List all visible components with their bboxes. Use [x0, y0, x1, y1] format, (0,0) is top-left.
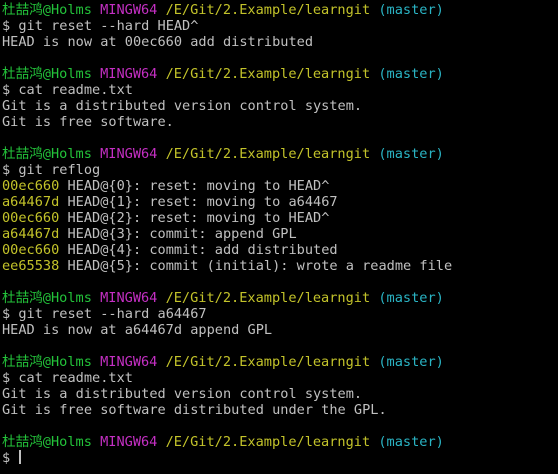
- reflog-text: HEAD@{2}: reset: moving to HEAD^: [59, 210, 330, 226]
- prompt-line: 杜喆鸿@Holms MINGW64 /E/Git/2.Example/learn…: [2, 2, 558, 18]
- reflog-entry: ee65538 HEAD@{5}: commit (initial): wrot…: [2, 258, 558, 274]
- reflog-text: HEAD@{3}: commit: append GPL: [59, 226, 297, 242]
- prompt-path: /E/Git/2.Example/learngit: [165, 290, 371, 306]
- prompt-symbol: $: [2, 82, 11, 98]
- output-line: Git is free software distributed under t…: [2, 402, 558, 418]
- prompt-symbol: $: [2, 370, 11, 386]
- output-line: HEAD is now at a64467d append GPL: [2, 322, 558, 338]
- command-line: $ cat readme.txt: [2, 370, 558, 386]
- commit-hash: 00ec660: [2, 210, 60, 226]
- output-text: Git is free software distributed under t…: [2, 402, 387, 418]
- prompt-symbol: $: [2, 306, 11, 322]
- command-line: $ cat readme.txt: [2, 82, 558, 98]
- reflog-text: HEAD@{5}: commit (initial): wrote a read…: [59, 258, 453, 274]
- output-text: Git is a distributed version control sys…: [2, 386, 363, 402]
- terminal-window[interactable]: 杜喆鸿@Holms MINGW64 /E/Git/2.Example/learn…: [0, 0, 558, 474]
- command-line: $: [2, 450, 558, 466]
- prompt-system: MINGW64: [100, 354, 158, 370]
- commit-hash: 00ec660: [2, 242, 60, 258]
- command-text: git reset --hard HEAD^: [18, 18, 199, 34]
- commit-hash: a64467d: [2, 226, 60, 242]
- prompt-path: /E/Git/2.Example/learngit: [165, 354, 371, 370]
- prompt-user-host: 杜喆鸿@Holms: [2, 434, 92, 450]
- prompt-system: MINGW64: [100, 146, 158, 162]
- prompt-symbol: $: [2, 18, 11, 34]
- command-line: $ git reset --hard a64467: [2, 306, 558, 322]
- commit-hash: 00ec660: [2, 178, 60, 194]
- prompt-path: /E/Git/2.Example/learngit: [165, 434, 371, 450]
- reflog-text: HEAD@{1}: reset: moving to a64467: [59, 194, 338, 210]
- prompt-path: /E/Git/2.Example/learngit: [165, 2, 371, 18]
- prompt-system: MINGW64: [100, 290, 158, 306]
- prompt-branch: (master): [378, 434, 444, 450]
- command-text: cat readme.txt: [18, 370, 133, 386]
- prompt-branch: (master): [378, 290, 444, 306]
- prompt-user-host: 杜喆鸿@Holms: [2, 354, 92, 370]
- prompt-line: 杜喆鸿@Holms MINGW64 /E/Git/2.Example/learn…: [2, 66, 558, 82]
- reflog-entry: 00ec660 HEAD@{2}: reset: moving to HEAD^: [2, 210, 558, 226]
- prompt-user-host: 杜喆鸿@Holms: [2, 290, 92, 306]
- output-line: HEAD is now at 00ec660 add distributed: [2, 34, 558, 50]
- prompt-line: 杜喆鸿@Holms MINGW64 /E/Git/2.Example/learn…: [2, 146, 558, 162]
- prompt-system: MINGW64: [100, 2, 158, 18]
- reflog-text: HEAD@{0}: reset: moving to HEAD^: [59, 178, 330, 194]
- prompt-branch: (master): [378, 146, 444, 162]
- output-line: Git is a distributed version control sys…: [2, 386, 558, 402]
- prompt-line: 杜喆鸿@Holms MINGW64 /E/Git/2.Example/learn…: [2, 434, 558, 450]
- reflog-entry: a64467d HEAD@{1}: reset: moving to a6446…: [2, 194, 558, 210]
- command-line: $ git reset --hard HEAD^: [2, 18, 558, 34]
- command-text: git reset --hard a64467: [18, 306, 207, 322]
- text-cursor[interactable]: [19, 450, 22, 464]
- prompt-system: MINGW64: [100, 434, 158, 450]
- prompt-line: 杜喆鸿@Holms MINGW64 /E/Git/2.Example/learn…: [2, 290, 558, 306]
- reflog-entry: a64467d HEAD@{3}: commit: append GPL: [2, 226, 558, 242]
- prompt-branch: (master): [378, 66, 444, 82]
- prompt-user-host: 杜喆鸿@Holms: [2, 2, 92, 18]
- prompt-system: MINGW64: [100, 66, 158, 82]
- commit-hash: ee65538: [2, 258, 60, 274]
- output-text: Git is free software.: [2, 114, 174, 130]
- prompt-path: /E/Git/2.Example/learngit: [165, 66, 371, 82]
- command-text: cat readme.txt: [18, 82, 133, 98]
- output-line: Git is a distributed version control sys…: [2, 98, 558, 114]
- prompt-symbol: $: [2, 162, 11, 178]
- command-text: git reflog: [18, 162, 101, 178]
- prompt-path: /E/Git/2.Example/learngit: [165, 146, 371, 162]
- output-text: HEAD is now at a64467d append GPL: [2, 322, 273, 338]
- prompt-branch: (master): [378, 2, 444, 18]
- reflog-entry: 00ec660 HEAD@{0}: reset: moving to HEAD^: [2, 178, 558, 194]
- prompt-branch: (master): [378, 354, 444, 370]
- output-line: Git is free software.: [2, 114, 558, 130]
- prompt-symbol: $: [2, 450, 11, 466]
- prompt-user-host: 杜喆鸿@Holms: [2, 146, 92, 162]
- reflog-entry: 00ec660 HEAD@{4}: commit: add distribute…: [2, 242, 558, 258]
- prompt-user-host: 杜喆鸿@Holms: [2, 66, 92, 82]
- prompt-line: 杜喆鸿@Holms MINGW64 /E/Git/2.Example/learn…: [2, 354, 558, 370]
- command-line: $ git reflog: [2, 162, 558, 178]
- output-text: HEAD is now at 00ec660 add distributed: [2, 34, 313, 50]
- output-text: Git is a distributed version control sys…: [2, 98, 363, 114]
- commit-hash: a64467d: [2, 194, 60, 210]
- reflog-text: HEAD@{4}: commit: add distributed: [59, 242, 338, 258]
